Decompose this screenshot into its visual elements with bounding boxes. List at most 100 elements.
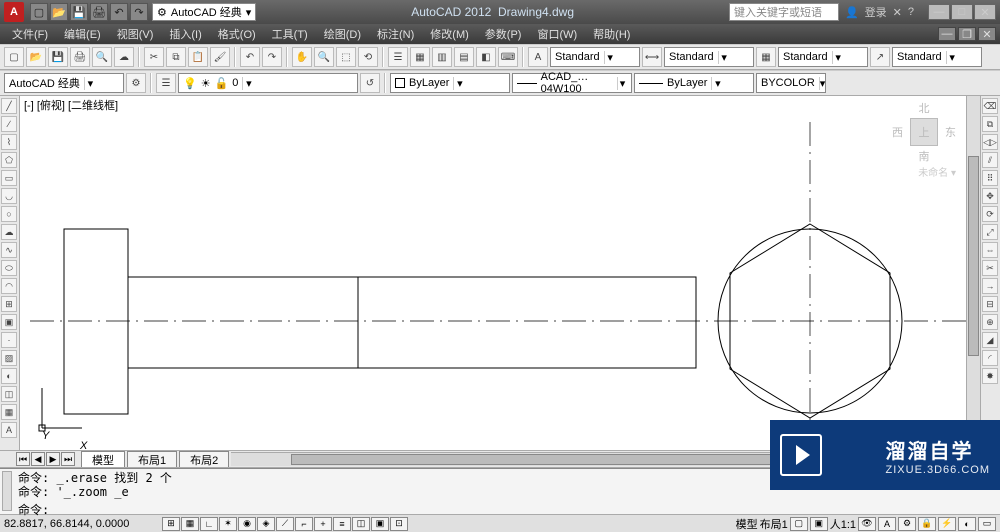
doc-minimize-button[interactable]: — [938,27,956,41]
polar-toggle[interactable]: ✶ [219,517,237,531]
plotstyle-combo[interactable]: BYCOLOR▾ [756,73,826,93]
erase-icon[interactable]: ⌫ [982,98,998,114]
maximize-vp-icon[interactable]: ▣ [810,517,828,531]
plot-icon[interactable]: 🖨 [70,47,90,67]
mleader-style-combo[interactable]: Standard▾ [892,47,982,67]
viewcube-top[interactable]: 上 [910,118,938,146]
rectangle-icon[interactable]: ▭ [1,170,17,186]
text-style-combo[interactable]: Standard▾ [550,47,640,67]
calc-icon[interactable]: ⌨ [498,47,518,67]
layer-properties-icon[interactable]: ☰ [156,73,176,93]
lock-ui-icon[interactable]: 🔒 [918,517,936,531]
tab-model[interactable]: 模型 [81,451,125,467]
menu-edit[interactable]: 编辑(E) [56,26,109,42]
markup-icon[interactable]: ◧ [476,47,496,67]
properties-icon[interactable]: ☰ [388,47,408,67]
minimize-button[interactable]: — [928,4,950,20]
spline-icon[interactable]: ∿ [1,242,17,258]
block-icon[interactable]: ▣ [1,314,17,330]
extend-icon[interactable]: → [982,278,998,294]
break-icon[interactable]: ⊟ [982,296,998,312]
copy-icon[interactable]: ⧉ [166,47,186,67]
command-input[interactable] [49,503,996,517]
dimstyle-icon[interactable]: ⟷ [642,47,662,67]
move-icon[interactable]: ✥ [982,188,998,204]
workspace-combo-2[interactable]: AutoCAD 经典▾ [4,73,124,93]
print-icon[interactable]: 🖨 [90,3,108,21]
command-line-handle[interactable] [2,471,12,511]
circle-icon[interactable]: ○ [1,206,17,222]
user-icon[interactable]: 👤 [845,6,859,19]
menu-insert[interactable]: 插入(I) [161,26,209,42]
menu-help[interactable]: 帮助(H) [585,26,638,42]
tab-prev-button[interactable]: ◀ [31,452,45,466]
mtext-icon[interactable]: A [1,422,17,438]
zoom-realtime-icon[interactable]: 🔍 [314,47,334,67]
close-button[interactable]: ✕ [974,4,996,20]
app-logo[interactable]: A [4,2,24,22]
array-icon[interactable]: ⠿ [982,170,998,186]
quickview-icon[interactable]: ▢ [790,517,808,531]
tab-first-button[interactable]: ⏮ [16,452,30,466]
doc-restore-button[interactable]: ❐ [958,27,976,41]
help-search[interactable]: 键入关键字或短语 [729,3,839,21]
workspace-combo[interactable]: ⚙ AutoCAD 经典 ▾ [152,3,256,21]
workspace-settings-icon[interactable]: ⚙ [126,73,146,93]
hardware-accel-icon[interactable]: ⚡ [938,517,956,531]
exchange-icon[interactable]: ✕ [893,6,902,19]
redo-icon[interactable]: ↷ [130,3,148,21]
mirror-icon[interactable]: ◁▷ [982,134,998,150]
menu-param[interactable]: 参数(P) [477,26,530,42]
matchprop-icon[interactable]: 🖌 [210,47,230,67]
doc-close-button[interactable]: ✕ [978,27,996,41]
tablestyle-icon[interactable]: ▦ [756,47,776,67]
menu-file[interactable]: 文件(F) [4,26,56,42]
viewcube-east[interactable]: 东 [945,124,956,140]
undo-icon[interactable]: ↶ [110,3,128,21]
pline-icon[interactable]: ⌇ [1,134,17,150]
menu-modify[interactable]: 修改(M) [422,26,477,42]
table-icon[interactable]: ▦ [1,404,17,420]
tab-last-button[interactable]: ⏭ [61,452,75,466]
cleanscreen-icon[interactable]: ▭ [978,517,996,531]
copy-obj-icon[interactable]: ⧉ [982,116,998,132]
stretch-icon[interactable]: ⇔ [982,242,998,258]
tab-layout2[interactable]: 布局2 [179,451,229,467]
ortho-toggle[interactable]: ∟ [200,517,218,531]
dcenter-icon[interactable]: ▦ [410,47,430,67]
insert-icon[interactable]: ⊞ [1,296,17,312]
cut-icon[interactable]: ✂ [144,47,164,67]
viewcube[interactable]: 北 南 西 东 上 [892,100,956,164]
open-icon[interactable]: 📂 [50,3,68,21]
viewcube-west[interactable]: 西 [892,124,903,140]
paste-icon[interactable]: 📋 [188,47,208,67]
menu-format[interactable]: 格式(O) [210,26,264,42]
grid-toggle[interactable]: ▦ [181,517,199,531]
ellipse-icon[interactable]: ⬭ [1,260,17,276]
help-icon[interactable]: ? [908,6,914,18]
fillet-icon[interactable]: ◜ [982,350,998,366]
ducs-toggle[interactable]: ⌐ [295,517,313,531]
isolate-icon[interactable]: ◐ [958,517,976,531]
menu-view[interactable]: 视图(V) [109,26,162,42]
dyn-toggle[interactable]: + [314,517,332,531]
layer-combo[interactable]: 💡 ☀ 🔓 0 ▾ [178,73,358,93]
menu-draw[interactable]: 绘图(D) [316,26,369,42]
revcloud-icon[interactable]: ☁ [1,224,17,240]
hatch-icon[interactable]: ▨ [1,350,17,366]
scale-icon[interactable]: ⤢ [982,224,998,240]
lineweight-combo[interactable]: ByLayer▾ [634,73,754,93]
join-icon[interactable]: ⊕ [982,314,998,330]
tab-next-button[interactable]: ▶ [46,452,60,466]
lwt-toggle[interactable]: ≡ [333,517,351,531]
viewcube-wcs[interactable]: 未命名 ▾ [918,164,956,179]
maximize-button[interactable]: □ [951,4,973,20]
preview-icon[interactable]: 🔍 [92,47,112,67]
table-style-combo[interactable]: Standard▾ [778,47,868,67]
redo-icon[interactable]: ↷ [262,47,282,67]
offset-icon[interactable]: ⫽ [982,152,998,168]
anno-visibility-icon[interactable]: 👁 [858,517,876,531]
undo-icon[interactable]: ↶ [240,47,260,67]
chamfer-icon[interactable]: ◢ [982,332,998,348]
point-icon[interactable]: · [1,332,17,348]
